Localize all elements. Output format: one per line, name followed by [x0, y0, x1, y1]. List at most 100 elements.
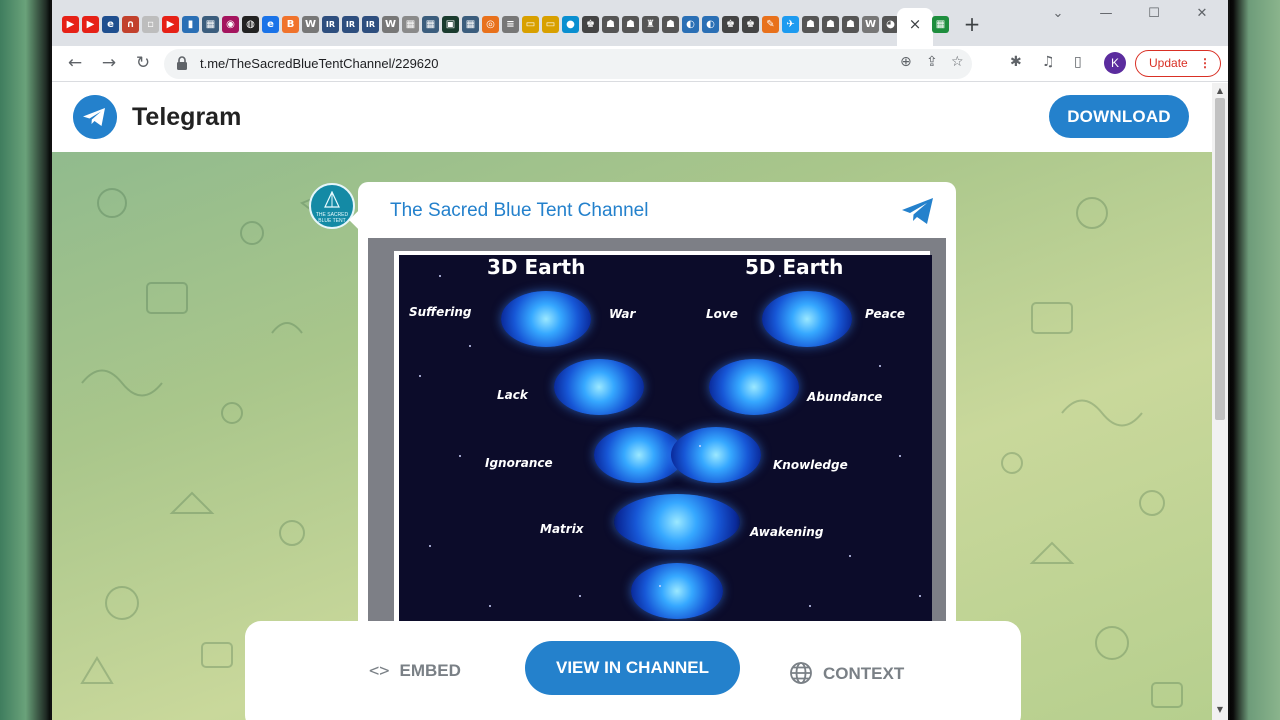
bookmark-star-icon[interactable]: ☆	[951, 54, 964, 70]
chess-icon[interactable]: ♚	[722, 16, 739, 33]
wikipedia-icon[interactable]: W	[302, 16, 319, 33]
channel-name-link[interactable]: The Sacred Blue Tent Channel	[390, 200, 648, 222]
new-tab-button[interactable]: +	[962, 14, 982, 34]
post-image[interactable]: 3D Earth 5D Earth Suffering War Love Pea…	[394, 251, 932, 623]
post-card: The Sacred Blue Tent Channel 3D Earth 5D…	[358, 182, 956, 642]
star	[659, 585, 661, 587]
star	[459, 455, 461, 457]
site-icon[interactable]: ●	[562, 16, 579, 33]
back-icon[interactable]: ←	[64, 52, 86, 74]
scroll-thumb[interactable]	[1215, 98, 1225, 420]
youtube-icon[interactable]: ▶	[162, 16, 179, 33]
lock-icon[interactable]	[176, 56, 188, 70]
update-button[interactable]: Update ⋮	[1135, 50, 1221, 77]
site-icon[interactable]: ✎	[762, 16, 779, 33]
scroll-up-icon[interactable]: ▲	[1212, 86, 1228, 95]
site-icon[interactable]: ☗	[802, 16, 819, 33]
site-icon[interactable]: ☗	[662, 16, 679, 33]
site-icon[interactable]: ≡	[502, 16, 519, 33]
url-text[interactable]: t.me/TheSacredBlueTentChannel/229620	[200, 56, 439, 71]
site-icon[interactable]: ▦	[202, 16, 219, 33]
page-icon[interactable]: ▫	[142, 16, 159, 33]
embed-button[interactable]: <> EMBED	[369, 661, 461, 681]
share-icon[interactable]: ⇪	[926, 54, 938, 70]
context-button[interactable]: CONTEXT	[789, 661, 904, 685]
tab-close-icon[interactable]: ×	[907, 16, 923, 32]
chess-icon[interactable]: ♚	[742, 16, 759, 33]
site-icon[interactable]: ☗	[842, 16, 859, 33]
extensions-icon[interactable]: ✱	[1010, 54, 1022, 70]
tent-logo-icon	[324, 191, 340, 208]
site-icon[interactable]: IR	[342, 16, 359, 33]
chess-icon[interactable]: ♚	[582, 16, 599, 33]
site-icon[interactable]: ☗	[822, 16, 839, 33]
label-matrix: Matrix	[540, 522, 584, 536]
view-in-channel-button[interactable]: VIEW IN CHANNEL	[525, 641, 740, 695]
post-media-frame[interactable]: 3D Earth 5D Earth Suffering War Love Pea…	[368, 238, 946, 642]
reload-icon[interactable]: ↻	[132, 52, 154, 74]
scroll-down-icon[interactable]: ▼	[1212, 705, 1228, 714]
forward-icon[interactable]: →	[98, 52, 120, 74]
page-scrollbar[interactable]: ▲ ▼	[1212, 83, 1228, 720]
download-button[interactable]: DOWNLOAD	[1049, 95, 1189, 138]
site-icon[interactable]: ▭	[542, 16, 559, 33]
address-bar[interactable]: t.me/TheSacredBlueTentChannel/229620 ⊕ ⇪…	[164, 49, 972, 79]
channel-avatar[interactable]: THE SACRED BLUE TENT	[309, 183, 355, 229]
image-title-left: 3D Earth	[487, 255, 586, 279]
site-icon[interactable]: ♜	[642, 16, 659, 33]
update-label: Update	[1149, 56, 1188, 70]
browser-toolbar: ← → ↻ t.me/TheSacredBlueTentChannel/2296…	[52, 46, 1228, 82]
code-icon: <>	[369, 661, 390, 681]
youtube-icon[interactable]: ▶	[62, 16, 79, 33]
site-icon[interactable]: ∩	[122, 16, 139, 33]
label-ignorance: Ignorance	[485, 456, 553, 470]
wikipedia-icon[interactable]: W	[862, 16, 879, 33]
site-icon[interactable]: ◎	[482, 16, 499, 33]
site-icon[interactable]: e	[102, 16, 119, 33]
post-actions-bar: <> EMBED VIEW IN CHANNEL CONTEXT	[245, 621, 1021, 720]
twitter-icon[interactable]: ✈	[782, 16, 799, 33]
star	[579, 595, 581, 597]
youtube-icon[interactable]: ▶	[82, 16, 99, 33]
label-awakening: Awakening	[750, 525, 824, 539]
telegram-brand-name[interactable]: Telegram	[132, 103, 241, 132]
site-icon[interactable]: IR	[322, 16, 339, 33]
site-icon[interactable]: ◐	[682, 16, 699, 33]
label-suffering: Suffering	[409, 305, 472, 319]
telegram-logo-icon[interactable]	[73, 95, 117, 139]
tab-strip: ▶ ▶ e ∩ ▫ ▶ ▮ ▦ ◉ ◍ e B W IR IR IR W ▦ ▦ ▣ ▦ ◎ ≡ ▭ ▭ ● ♚ ☗ ☗ ♜ ☗ ◐ ◐ ♚ ♚ ✎ ✈…	[52, 0, 1228, 46]
side-panel-icon[interactable]: ▯	[1074, 54, 1082, 70]
site-icon[interactable]: ◉	[222, 16, 239, 33]
globe	[501, 291, 591, 347]
site-icon[interactable]: ◍	[242, 16, 259, 33]
site-icon[interactable]: ▦	[462, 16, 479, 33]
site-icon[interactable]: ◐	[702, 16, 719, 33]
background-right	[1228, 0, 1280, 720]
site-icon[interactable]: ▣	[442, 16, 459, 33]
minimize-button[interactable]: —	[1094, 6, 1118, 21]
site-icon[interactable]: ▭	[522, 16, 539, 33]
context-label: CONTEXT	[823, 664, 905, 683]
wikipedia-icon[interactable]: W	[382, 16, 399, 33]
site-icon[interactable]: ☗	[622, 16, 639, 33]
site-icon[interactable]: IR	[362, 16, 379, 33]
label-abundance: Abundance	[807, 390, 883, 404]
tab-favicon-extra[interactable]: ▦	[932, 16, 949, 33]
star	[429, 545, 431, 547]
profile-avatar[interactable]: K	[1104, 52, 1126, 74]
media-control-icon[interactable]: ♫	[1042, 54, 1055, 70]
star	[439, 275, 441, 277]
site-icon[interactable]: B	[282, 16, 299, 33]
site-icon[interactable]: ▦	[422, 16, 439, 33]
zoom-icon[interactable]: ⊕	[900, 54, 912, 70]
telegram-plane-icon	[902, 198, 933, 224]
site-icon[interactable]: ▦	[402, 16, 419, 33]
earth-comparison-image: 3D Earth 5D Earth Suffering War Love Pea…	[399, 255, 932, 621]
close-window-button[interactable]: ✕	[1190, 6, 1214, 21]
maximize-button[interactable]: ☐	[1142, 6, 1166, 21]
tab-search-icon[interactable]: ⌄	[1046, 6, 1070, 21]
site-icon[interactable]: e	[262, 16, 279, 33]
site-icon[interactable]: ☗	[602, 16, 619, 33]
bookmark-icon[interactable]: ▮	[182, 16, 199, 33]
sheets-icon: ▦	[932, 16, 949, 33]
